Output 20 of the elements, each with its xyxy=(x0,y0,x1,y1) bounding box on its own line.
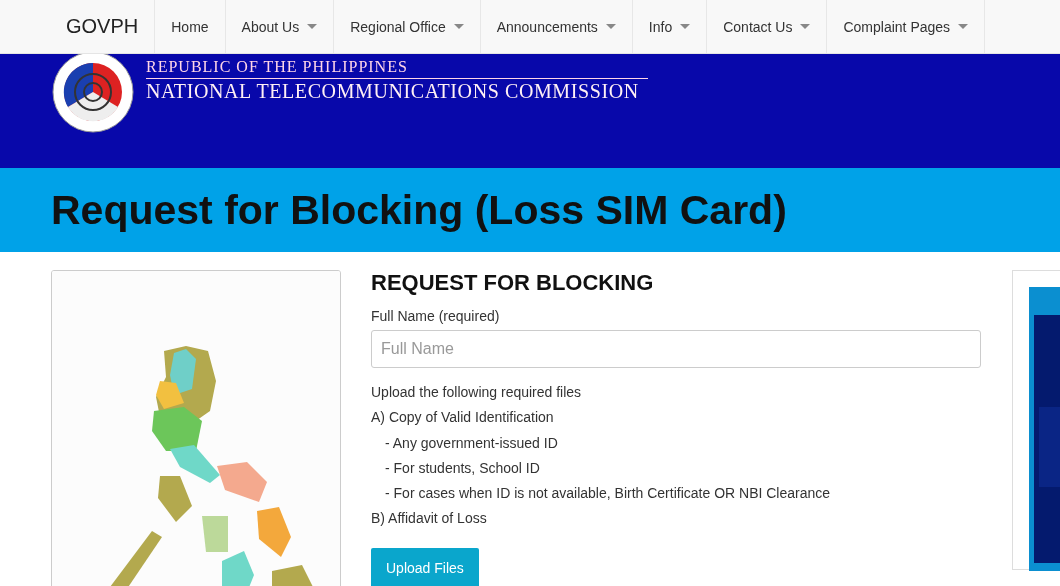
nav-link[interactable]: Contact Us xyxy=(707,0,828,53)
instruction-text: B) Affidavit of Loss xyxy=(371,509,488,529)
full-name-field[interactable]: Full Name xyxy=(371,330,981,368)
page-title: Request for Blocking (Loss SIM Card) xyxy=(51,186,787,234)
nav-link[interactable]: Regional Office xyxy=(334,0,481,53)
field-label: Full Name (required) xyxy=(371,308,501,324)
instruction-subitem: - Any government-issued ID xyxy=(384,433,559,453)
form-heading: REQUEST FOR BLOCKING xyxy=(371,270,655,296)
instruction-subitem: - For students, School ID xyxy=(384,458,541,478)
nav-link[interactable]: Home xyxy=(155,0,226,53)
nav-link[interactable]: Info xyxy=(632,0,708,53)
instruction-subitem: - For cases when ID is not available, Birth Certificate OR NBI Clearance xyxy=(384,484,832,504)
nav-link[interactable]: About Us xyxy=(225,0,335,53)
header-subtitle: REPUBLIC OF THE PHILIPPINES xyxy=(146,58,648,79)
nav-link[interactable]: Announcements xyxy=(480,0,633,53)
header-title: NATIONAL TELECOMMUNICATIONS COMMISSION xyxy=(146,80,640,103)
instruction-text: A) Copy of Valid Identification xyxy=(371,408,555,428)
instruction-text: Upload the following required files xyxy=(371,383,583,402)
brand-link[interactable]: GOVPH xyxy=(50,0,156,53)
nav-link[interactable]: Complaint Pages xyxy=(827,0,986,53)
